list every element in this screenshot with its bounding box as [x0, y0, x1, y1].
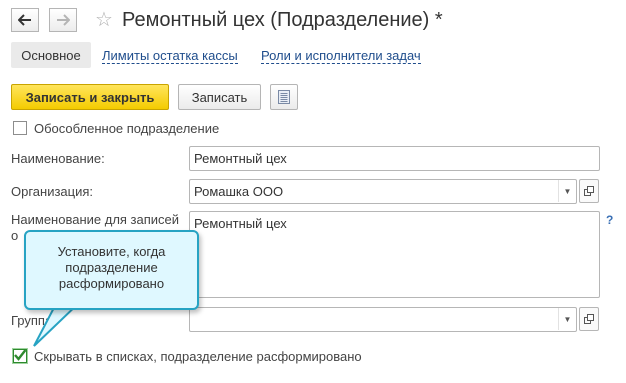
tab-roles[interactable]: Роли и исполнители задач	[261, 48, 421, 64]
open-window-icon	[584, 314, 594, 324]
group-dropdown-button[interactable]: ▼	[558, 308, 576, 330]
page-title: Ремонтный цех (Подразделение) *	[122, 9, 443, 31]
tooltip-callout: Установите, когда подразделение расформи…	[24, 230, 199, 310]
hide-in-lists-checkbox[interactable]	[13, 349, 27, 363]
records-name-label: Наименование для записей	[11, 212, 180, 227]
group-open-button[interactable]	[579, 307, 599, 331]
help-icon[interactable]: ?	[606, 213, 613, 227]
forward-button[interactable]	[49, 8, 77, 32]
tab-cash-limits[interactable]: Лимиты остатка кассы	[102, 48, 238, 64]
records-name-label-cont: о	[11, 228, 19, 243]
group-field[interactable]	[189, 307, 577, 332]
checkmark-icon	[14, 349, 27, 361]
tooltip-line-1: Установите, когда	[57, 244, 166, 259]
chevron-down-icon: ▼	[563, 186, 572, 196]
hide-in-lists-label: Скрывать в списках, подразделение расфор…	[34, 349, 362, 364]
open-window-icon	[584, 186, 594, 196]
separate-subdivision-label: Обособленное подразделение	[34, 121, 220, 136]
save-and-close-button[interactable]: Записать и закрыть	[11, 84, 169, 110]
tooltip-line-2: подразделение	[65, 260, 158, 275]
back-button[interactable]	[11, 8, 39, 32]
name-label: Наименование:	[11, 151, 105, 166]
name-field[interactable]: Ремонтный цех	[189, 146, 600, 171]
records-name-textarea[interactable]: Ремонтный цех	[189, 211, 600, 298]
tab-main[interactable]: Основное	[11, 42, 91, 68]
report-button[interactable]	[270, 84, 298, 110]
organization-dropdown-button[interactable]: ▼	[558, 180, 576, 202]
tooltip-line-3: расформировано	[58, 276, 165, 291]
arrow-left-icon	[18, 14, 31, 26]
organization-open-button[interactable]	[579, 179, 599, 203]
organization-label: Организация:	[11, 184, 94, 199]
organization-value: Ромашка ООО	[194, 184, 284, 199]
chevron-down-icon: ▼	[563, 314, 572, 324]
save-button[interactable]: Записать	[178, 84, 261, 110]
arrow-right-icon	[57, 14, 70, 26]
separate-subdivision-checkbox[interactable]	[13, 121, 27, 135]
document-list-icon	[278, 90, 290, 104]
favorite-star-icon[interactable]: ☆	[95, 10, 113, 30]
organization-field[interactable]: Ромашка ООО	[189, 179, 577, 204]
